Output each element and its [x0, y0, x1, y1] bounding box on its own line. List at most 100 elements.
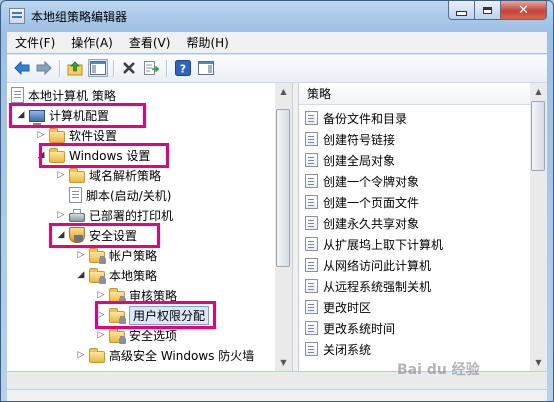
list-vertical-scrollbar[interactable]: ▲ ▼ — [530, 83, 547, 371]
collapsed-triangle-icon[interactable]: ▷ — [95, 329, 107, 341]
list-item[interactable]: 更改时区 — [305, 297, 371, 317]
toolbar: ? — [7, 54, 547, 83]
list-item[interactable]: 更改系统时间 — [305, 318, 395, 338]
scroll-up-arrow-icon[interactable]: ▲ — [530, 83, 547, 100]
menu-help[interactable]: 帮助(H) — [178, 34, 236, 51]
toolbar-separator — [166, 60, 167, 77]
list-item[interactable]: 创建一个令牌对象 — [305, 171, 419, 191]
list-item[interactable]: 创建一个页面文件 — [305, 192, 419, 212]
delete-button[interactable] — [119, 59, 139, 77]
policy-item-icon — [305, 258, 318, 272]
printer-icon — [69, 209, 85, 222]
status-bar — [7, 390, 547, 401]
policy-item-icon — [305, 153, 318, 167]
script-document-icon — [69, 187, 82, 203]
show-action-pane-button[interactable] — [196, 59, 216, 77]
tree-label: 已部署的打印机 — [89, 208, 174, 223]
tree-item-firewall[interactable]: ▷ 高级安全 Windows 防火墙 — [75, 345, 254, 365]
console-tree: 本地计算机 策略 ◢ 计算机配置 ▷ 软件设置 ◢ Windows 设置 ▷ 域 — [7, 83, 292, 371]
minimize-button[interactable] — [448, 1, 475, 20]
collapsed-triangle-icon[interactable]: ▷ — [55, 209, 67, 221]
back-arrow-icon — [14, 61, 30, 75]
list-item[interactable]: 创建符号链接 — [305, 129, 395, 149]
folder-icon — [89, 347, 105, 363]
policy-item-icon — [305, 195, 318, 209]
lock-folder-icon — [89, 247, 106, 264]
menu-view[interactable]: 查看(V) — [121, 34, 179, 51]
list-item[interactable]: 创建永久共享对象 — [305, 213, 419, 233]
content-area: 本地计算机 策略 ◢ 计算机配置 ▷ 软件设置 ◢ Windows 设置 ▷ 域 — [7, 83, 547, 371]
watermark: Bai du 经验 — [397, 362, 480, 378]
policy-document-icon — [11, 87, 24, 103]
back-button[interactable] — [12, 59, 32, 77]
minimize-icon — [456, 10, 467, 16]
menu-bar: 文件(F) 操作(A) 查看(V) 帮助(H) — [7, 32, 547, 53]
toolbar-separator — [113, 60, 114, 77]
scroll-down-arrow-icon[interactable]: ▼ — [530, 354, 547, 371]
column-header-policy[interactable]: 策略 — [299, 83, 530, 105]
maximize-icon — [483, 6, 492, 14]
list-item[interactable]: 关闭系统 — [305, 339, 371, 359]
policy-item-icon — [305, 279, 318, 293]
scroll-down-arrow-icon[interactable]: ▼ — [275, 354, 292, 371]
tree-label: 域名解析策略 — [89, 168, 162, 183]
policy-item-icon — [305, 321, 318, 335]
title-bar[interactable]: 本地组策略编辑器 ✕ — [1, 1, 553, 31]
main-window: 本地组策略编辑器 ✕ 文件(F) 操作(A) 查看(V) 帮助(H) ? 本地计… — [0, 0, 554, 402]
tree-label: 脚本(启动/关机) — [86, 188, 172, 203]
policy-item-icon — [305, 174, 318, 188]
tree-label: 本地策略 — [109, 268, 158, 283]
policy-list-pane: 策略 备份文件和目录 创建符号链接 创建全局对象 创建一个令牌对象 创建一个页面… — [299, 83, 547, 371]
tree-item-scripts[interactable]: 脚本(启动/关机) — [69, 185, 171, 205]
scroll-up-arrow-icon[interactable]: ▲ — [275, 83, 292, 100]
tree-label: 软件设置 — [69, 128, 118, 143]
app-icon — [9, 8, 25, 24]
list-item[interactable]: 从扩展坞上取下计算机 — [305, 234, 443, 254]
close-button[interactable]: ✕ — [501, 1, 547, 20]
policy-item-icon — [305, 342, 318, 356]
export-list-button[interactable] — [141, 59, 161, 77]
maximize-button[interactable] — [475, 1, 501, 20]
list-item[interactable]: 备份文件和目录 — [305, 108, 407, 128]
tree-label: 帐户策略 — [109, 248, 158, 263]
tree-root[interactable]: 本地计算机 策略 — [11, 85, 116, 105]
toolbar-separator — [59, 60, 60, 77]
scroll-thumb[interactable] — [531, 101, 545, 171]
collapsed-triangle-icon[interactable]: ▷ — [55, 169, 67, 181]
menu-action[interactable]: 操作(A) — [63, 34, 121, 51]
up-one-level-button[interactable] — [65, 59, 85, 77]
tree-root-label: 本地计算机 策略 — [28, 88, 116, 103]
tree-item-local-policies[interactable]: ◢ 本地策略 — [75, 265, 157, 285]
collapsed-triangle-icon[interactable]: ▷ — [75, 249, 87, 261]
folder-icon — [69, 167, 85, 183]
collapsed-triangle-icon[interactable]: ▷ — [95, 289, 107, 301]
forward-arrow-icon — [36, 61, 52, 75]
window-title: 本地组策略编辑器 — [31, 10, 128, 24]
list-item[interactable]: 创建全局对象 — [305, 150, 395, 170]
tree-item-software-settings[interactable]: ▷ 软件设置 — [35, 125, 117, 145]
menu-file[interactable]: 文件(F) — [7, 34, 63, 51]
close-icon: ✕ — [518, 2, 529, 18]
list-item[interactable]: 从网络访问此计算机 — [305, 255, 431, 275]
forward-button[interactable] — [34, 59, 54, 77]
highlight-box-computer-config — [9, 103, 146, 128]
highlight-box-user-rights — [95, 301, 216, 329]
scroll-thumb[interactable] — [276, 109, 290, 267]
folder-icon — [49, 127, 65, 143]
tree-item-account-policies[interactable]: ▷ 帐户策略 — [75, 245, 157, 265]
caption-buttons: ✕ — [448, 1, 547, 21]
pane-splitter[interactable] — [292, 83, 299, 371]
collapsed-triangle-icon[interactable]: ▷ — [75, 349, 87, 361]
export-list-icon — [144, 61, 159, 75]
expanded-triangle-icon[interactable]: ◢ — [75, 269, 87, 281]
tree-item-name-resolution[interactable]: ▷ 域名解析策略 — [55, 165, 161, 185]
tree-item-printers[interactable]: ▷ 已部署的打印机 — [55, 205, 173, 225]
show-hide-tree-button[interactable] — [88, 59, 108, 77]
policy-item-icon — [305, 132, 318, 146]
collapsed-triangle-icon[interactable]: ▷ — [35, 129, 47, 141]
help-button[interactable]: ? — [173, 59, 193, 77]
lock-folder-icon — [89, 267, 106, 284]
list-item[interactable]: 从远程系统强制关机 — [305, 276, 431, 296]
policy-item-icon — [305, 300, 318, 314]
tree-vertical-scrollbar[interactable]: ▲ ▼ — [275, 83, 292, 371]
